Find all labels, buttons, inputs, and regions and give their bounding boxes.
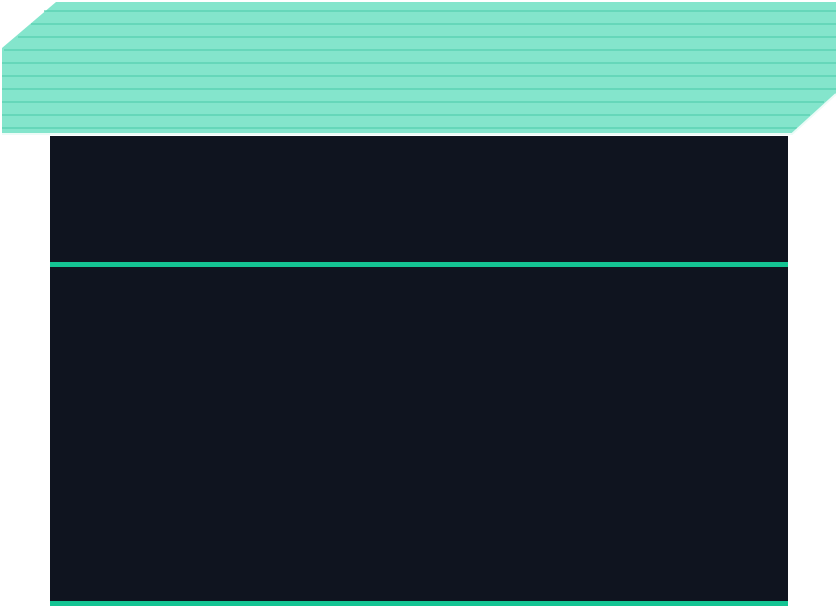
awning-base-shape: [2, 2, 836, 134]
dark-panel: [50, 136, 788, 606]
stage: [0, 0, 838, 606]
panel-upper-section: [50, 136, 788, 262]
striped-awning-icon: [2, 2, 837, 135]
panel-lower-section: [50, 267, 788, 601]
accent-bottom-border: [50, 601, 788, 606]
